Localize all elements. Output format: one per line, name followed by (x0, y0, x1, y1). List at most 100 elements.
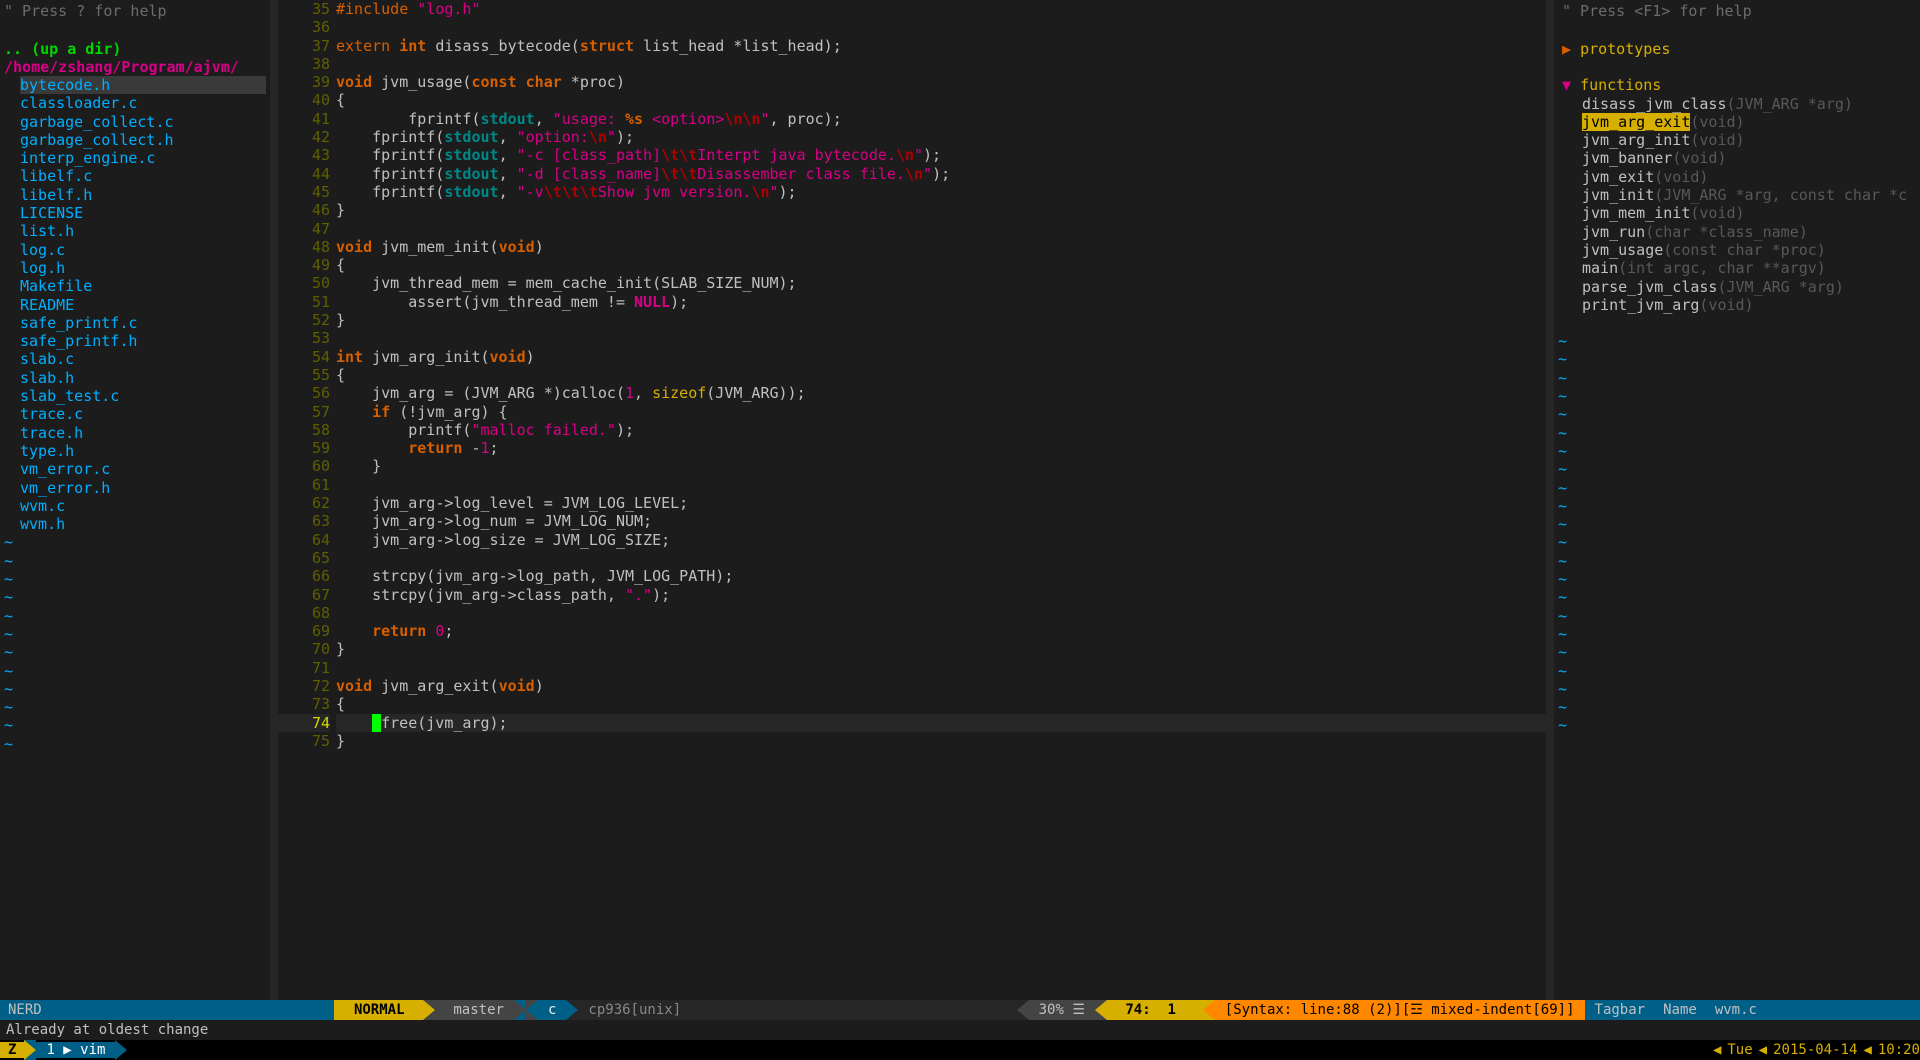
nerdtree-file[interactable]: interp_engine.c (20, 149, 266, 167)
code-line[interactable]: int jvm_arg_init(void) (336, 348, 1546, 366)
nerdtree-file[interactable]: trace.h (20, 424, 266, 442)
code-line[interactable]: jvm_thread_mem = mem_cache_init(SLAB_SIZ… (336, 274, 1546, 292)
code-line[interactable] (336, 55, 1546, 73)
code-line[interactable] (336, 476, 1546, 494)
vim-message-line: Already at oldest change (0, 1020, 1920, 1040)
tagbar-function[interactable]: jvm_exit(void) (1554, 168, 1920, 186)
code-line[interactable]: { (336, 366, 1546, 384)
code-line[interactable] (336, 220, 1546, 238)
code-line[interactable]: jvm_arg->log_level = JVM_LOG_LEVEL; (336, 494, 1546, 512)
tmux-session[interactable]: Z (0, 1042, 24, 1058)
nerdtree-file[interactable]: log.h (20, 259, 266, 277)
nerdtree-file[interactable]: LICENSE (20, 204, 266, 222)
tagbar-function[interactable]: disass_jvm_class(JVM_ARG *arg) (1554, 95, 1920, 113)
code-line[interactable]: } (336, 201, 1546, 219)
nerdtree-file[interactable]: slab.c (20, 350, 266, 368)
code-line[interactable] (336, 659, 1546, 677)
code-line[interactable]: void jvm_usage(const char *proc) (336, 73, 1546, 91)
tagbar-function[interactable]: print_jvm_arg(void) (1554, 296, 1920, 314)
code-line[interactable]: #include "log.h" (336, 0, 1546, 18)
nerdtree-file[interactable]: vm_error.c (20, 460, 266, 478)
code-line[interactable]: { (336, 91, 1546, 109)
code-area[interactable]: #include "log.h" extern int disass_byteco… (336, 0, 1546, 1000)
code-line[interactable]: void jvm_arg_exit(void) (336, 677, 1546, 695)
nerdtree-file[interactable]: safe_printf.h (20, 332, 266, 350)
tagbar-function[interactable]: jvm_banner(void) (1554, 149, 1920, 167)
code-line[interactable]: assert(jvm_thread_mem != NULL); (336, 293, 1546, 311)
tagbar-section[interactable]: ▼ functions (1554, 76, 1920, 94)
tagbar-pane[interactable]: " Press <F1> for help ▶ prototypes ▼ func… (1554, 0, 1920, 1000)
nerdtree-file[interactable]: README (20, 296, 266, 314)
tagbar-function[interactable]: jvm_run(char *class_name) (1554, 223, 1920, 241)
nerdtree-file[interactable]: vm_error.h (20, 479, 266, 497)
editor-pane[interactable]: 3536373839404142434445464748495051525354… (278, 0, 1546, 1000)
nerdtree-up-dir[interactable]: .. (up a dir) (0, 40, 270, 58)
tmux-window[interactable]: 1 ▶ vim (36, 1042, 115, 1058)
code-line[interactable]: void jvm_mem_init(void) (336, 238, 1546, 256)
nerdtree-file[interactable]: safe_printf.c (20, 314, 266, 332)
nerdtree-file[interactable]: log.c (20, 241, 266, 259)
vertical-split[interactable] (270, 0, 278, 1000)
code-line[interactable]: } (336, 457, 1546, 475)
nerdtree-file[interactable]: trace.c (20, 405, 266, 423)
nerdtree-root-path[interactable]: /home/zshang/Program/ajvm/ (0, 58, 270, 76)
code-line[interactable] (336, 549, 1546, 567)
nerdtree-pane[interactable]: " Press ? for help .. (up a dir) /home/z… (0, 0, 270, 1000)
code-line[interactable]: fprintf(stdout, "-d [class_name]\t\tDisa… (336, 165, 1546, 183)
nerdtree-file[interactable]: Makefile (20, 277, 266, 295)
nerdtree-file[interactable]: list.h (20, 222, 266, 240)
code-line[interactable]: { (336, 695, 1546, 713)
code-line[interactable]: strcpy(jvm_arg->class_path, "."); (336, 586, 1546, 604)
tagbar-function[interactable]: parse_jvm_class(JVM_ARG *arg) (1554, 278, 1920, 296)
statusline: NERD NORMAL master c cp936[unix] 30% ☰ 7… (0, 1000, 1920, 1020)
code-line[interactable]: } (336, 311, 1546, 329)
chevron-right-icon: ▶ (1562, 40, 1580, 58)
code-line[interactable]: strcpy(jvm_arg->log_path, JVM_LOG_PATH); (336, 567, 1546, 585)
nerdtree-file[interactable]: classloader.c (20, 94, 266, 112)
nerdtree-file[interactable]: garbage_collect.h (20, 131, 266, 149)
code-line[interactable]: return 0; (336, 622, 1546, 640)
nerdtree-file[interactable]: wvm.h (20, 515, 266, 533)
nerdtree-file[interactable]: type.h (20, 442, 266, 460)
tagbar-section[interactable]: ▶ prototypes (1554, 40, 1920, 58)
tagbar-help: " Press <F1> for help (1554, 0, 1920, 22)
code-line[interactable]: return -1; (336, 439, 1546, 457)
code-line[interactable]: extern int disass_bytecode(struct list_h… (336, 37, 1546, 55)
statusline-warnings: [Syntax: line:88 (2)][☲ mixed-indent[69]… (1215, 1000, 1585, 1020)
nerdtree-file[interactable]: wvm.c (20, 497, 266, 515)
tmux-clock: ◀Tue ◀2015-04-14 ◀10:20 (1707, 1042, 1920, 1058)
code-line[interactable]: jvm_arg = (JVM_ARG *)calloc(1, sizeof(JV… (336, 384, 1546, 402)
tagbar-function[interactable]: jvm_arg_exit(void) (1554, 113, 1920, 131)
code-line[interactable]: fprintf(stdout, "option:\n"); (336, 128, 1546, 146)
nerdtree-file[interactable]: slab_test.c (20, 387, 266, 405)
code-line[interactable]: fprintf(stdout, "-c [class_path]\t\tInte… (336, 146, 1546, 164)
code-line[interactable]: } (336, 732, 1546, 750)
code-line[interactable]: { (336, 256, 1546, 274)
code-line[interactable] (336, 604, 1546, 622)
nerdtree-file[interactable]: slab.h (20, 369, 266, 387)
code-line[interactable] (336, 329, 1546, 347)
code-line[interactable]: } (336, 640, 1546, 658)
tagbar-function[interactable]: jvm_mem_init(void) (1554, 204, 1920, 222)
code-line[interactable]: free(jvm_arg); (336, 714, 1546, 732)
code-line[interactable] (336, 18, 1546, 36)
code-line[interactable]: jvm_arg->log_num = JVM_LOG_NUM; (336, 512, 1546, 530)
code-line[interactable]: jvm_arg->log_size = JVM_LOG_SIZE; (336, 531, 1546, 549)
nerdtree-file[interactable]: bytecode.h (20, 76, 266, 94)
nerdtree-file[interactable]: garbage_collect.c (20, 113, 266, 131)
code-line[interactable]: printf("malloc failed."); (336, 421, 1546, 439)
tagbar-function[interactable]: jvm_usage(const char *proc) (1554, 241, 1920, 259)
vertical-split[interactable] (1546, 0, 1554, 1000)
statusline-encoding: cp936[unix] (578, 1000, 691, 1020)
tagbar-function[interactable]: jvm_init(JVM_ARG *arg, const char *c (1554, 186, 1920, 204)
nerdtree-file[interactable]: libelf.h (20, 186, 266, 204)
tagbar-function[interactable]: jvm_arg_init(void) (1554, 131, 1920, 149)
code-line[interactable]: fprintf(stdout, "-v\t\t\tShow jvm versio… (336, 183, 1546, 201)
code-line[interactable]: fprintf(stdout, "usage: %s <option>\n\n"… (336, 110, 1546, 128)
statusline-position: 74: 1 (1107, 1000, 1203, 1020)
statusline-branch: master (435, 1000, 514, 1020)
statusline-nerd: NERD (0, 1000, 334, 1020)
code-line[interactable]: if (!jvm_arg) { (336, 403, 1546, 421)
nerdtree-file[interactable]: libelf.c (20, 167, 266, 185)
tagbar-function[interactable]: main(int argc, char **argv) (1554, 259, 1920, 277)
